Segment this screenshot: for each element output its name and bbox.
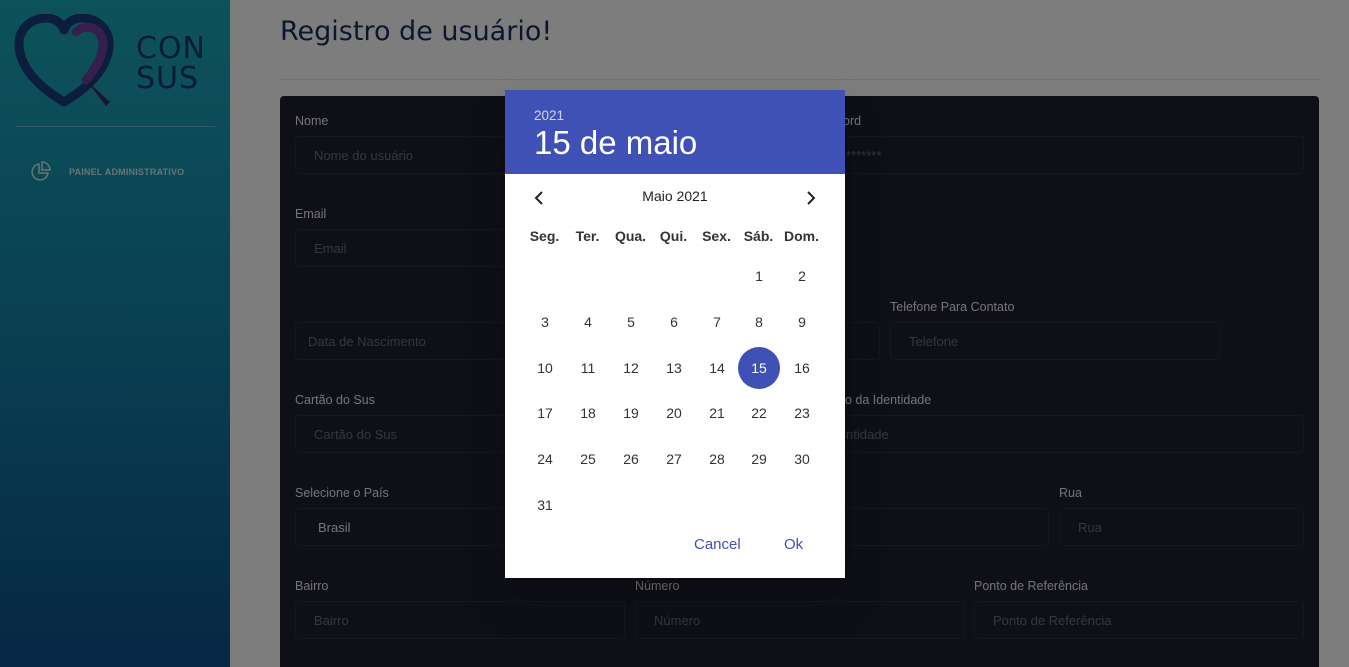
date-picker-header: 2021 15 de maio: [505, 90, 845, 174]
picker-year[interactable]: 2021: [534, 108, 845, 123]
calendar-day[interactable]: 25: [567, 438, 609, 480]
weekday-label: Sáb.: [743, 228, 774, 244]
calendar-day[interactable]: 28: [696, 438, 738, 480]
calendar-day[interactable]: 20: [653, 392, 695, 434]
calendar-day[interactable]: 12: [610, 347, 652, 389]
weekday-label: Ter.: [575, 228, 600, 244]
calendar-day[interactable]: 16: [781, 347, 823, 389]
calendar-day[interactable]: 13: [653, 347, 695, 389]
picker-actions: Cancel Ok: [505, 520, 845, 578]
calendar-day-selected[interactable]: 15: [738, 347, 780, 389]
weekday-label: Seg.: [529, 228, 560, 244]
ok-button[interactable]: Ok: [776, 532, 811, 557]
month-navigation: Maio 2021: [505, 186, 845, 210]
weekday-label: Qui.: [659, 228, 688, 244]
calendar-day[interactable]: 27: [653, 438, 695, 480]
weekday-header: Seg. Ter. Qua. Qui. Sex. Sáb. Dom.: [524, 228, 824, 248]
calendar-day[interactable]: 1: [738, 255, 780, 297]
date-picker-dialog: 2021 15 de maio Maio 2021 Seg. Ter. Qua. Qu…: [505, 90, 845, 578]
calendar-day[interactable]: 4: [567, 301, 609, 343]
cancel-button[interactable]: Cancel: [686, 532, 749, 557]
picker-selected-date[interactable]: 15 de maio: [534, 124, 845, 162]
calendar-day[interactable]: 26: [610, 438, 652, 480]
calendar-day[interactable]: 5: [610, 301, 652, 343]
calendar-day[interactable]: 2: [781, 255, 823, 297]
calendar-day[interactable]: 6: [653, 301, 695, 343]
weekday-label: Sex.: [702, 228, 731, 244]
chevron-right-icon[interactable]: [799, 186, 823, 210]
calendar-day[interactable]: 8: [738, 301, 780, 343]
calendar-day[interactable]: 10: [524, 347, 566, 389]
calendar-day[interactable]: 3: [524, 301, 566, 343]
calendar-day[interactable]: 18: [567, 392, 609, 434]
weekday-label: Dom.: [784, 228, 819, 244]
calendar-day[interactable]: 23: [781, 392, 823, 434]
calendar-day[interactable]: 19: [610, 392, 652, 434]
calendar-day[interactable]: 17: [524, 392, 566, 434]
calendar-day[interactable]: 11: [567, 347, 609, 389]
month-label: Maio 2021: [642, 188, 708, 204]
calendar-day[interactable]: 29: [738, 438, 780, 480]
calendar-day[interactable]: 9: [781, 301, 823, 343]
weekday-label: Qua.: [614, 228, 647, 244]
calendar-day[interactable]: 22: [738, 392, 780, 434]
calendar-day[interactable]: 14: [696, 347, 738, 389]
calendar-day[interactable]: 7: [696, 301, 738, 343]
calendar-day[interactable]: 21: [696, 392, 738, 434]
calendar-day[interactable]: 30: [781, 438, 823, 480]
calendar-day[interactable]: 24: [524, 438, 566, 480]
